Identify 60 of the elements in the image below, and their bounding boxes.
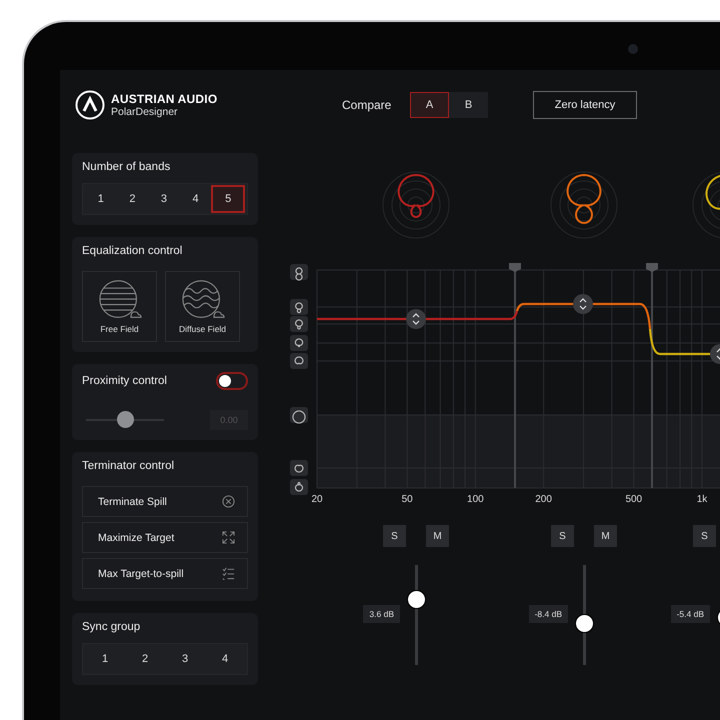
- sync-group-option[interactable]: 4: [205, 645, 245, 673]
- sync-group-option[interactable]: 1: [85, 645, 125, 673]
- polar-pattern-icon[interactable]: [290, 353, 308, 369]
- solo-button[interactable]: S: [383, 525, 406, 547]
- frequency-label: 100: [467, 494, 484, 505]
- fader-thumb[interactable]: [574, 614, 594, 634]
- panel-title: Equalization control: [82, 245, 184, 257]
- band-count-option[interactable]: 4: [180, 185, 212, 213]
- wavy-sphere-icon: [180, 279, 224, 321]
- polar-pattern-icon[interactable]: [290, 264, 308, 281]
- polar-pattern-icon[interactable]: [290, 335, 308, 351]
- panel-title: Number of bands: [82, 161, 172, 173]
- band-count-option[interactable]: 3: [148, 185, 180, 213]
- sync-group-option[interactable]: 2: [125, 645, 165, 673]
- product-name: PolarDesigner: [111, 106, 179, 118]
- panel-title: Terminator control: [82, 460, 176, 472]
- panel-title: Sync group: [82, 621, 142, 633]
- gain-handle[interactable]: [710, 344, 720, 364]
- crossover-handle[interactable]: [646, 263, 658, 488]
- frequency-label: 20: [311, 494, 323, 505]
- fader-thumb[interactable]: [406, 590, 426, 610]
- polar-pattern-icon[interactable]: [290, 299, 308, 315]
- gain-reading: -8.4 dB: [528, 605, 568, 623]
- terminator-button[interactable]: Terminate Spill: [82, 486, 248, 517]
- gain-handle[interactable]: [573, 294, 593, 314]
- polar-pattern-icon[interactable]: [290, 407, 308, 424]
- gain-handle[interactable]: [406, 309, 426, 329]
- frequency-label: 50: [402, 494, 413, 505]
- compare-tab[interactable]: A: [410, 92, 449, 118]
- band-count-option[interactable]: 5: [211, 185, 245, 213]
- equalization-option[interactable]: Free Field: [82, 271, 157, 342]
- striped-sphere-icon: [98, 279, 142, 321]
- crossover-handle[interactable]: [509, 263, 521, 488]
- camera-dot: [628, 44, 638, 54]
- band-count-option[interactable]: 1: [85, 185, 117, 213]
- polar-pattern-icon[interactable]: [290, 316, 308, 332]
- close-circle-icon: [222, 495, 235, 508]
- polar-pattern-icon[interactable]: [290, 479, 308, 495]
- terminator-button[interactable]: Maximize Target: [82, 522, 248, 553]
- frequency-label: 500: [625, 494, 642, 505]
- solo-button[interactable]: S: [551, 525, 574, 547]
- gain-reading: 3.6 dB: [363, 605, 400, 623]
- logo-icon: [75, 90, 105, 120]
- band-count-option[interactable]: 2: [116, 185, 148, 213]
- zero-latency-button[interactable]: Zero latency: [533, 91, 637, 119]
- expand-icon: [222, 531, 235, 544]
- polar-pattern-icon[interactable]: [290, 460, 308, 476]
- mute-button[interactable]: M: [594, 525, 617, 547]
- solo-button[interactable]: S: [693, 525, 716, 547]
- panel-title: Proximity control: [82, 375, 167, 387]
- mute-button[interactable]: M: [426, 525, 449, 547]
- compare-label: Compare: [342, 98, 392, 112]
- gain-reading: -5.4 dB: [670, 605, 710, 623]
- sync-group-option[interactable]: 3: [165, 645, 205, 673]
- checklist-icon: [222, 567, 235, 580]
- equalization-option[interactable]: Diffuse Field: [165, 271, 240, 342]
- frequency-label: 200: [535, 494, 552, 505]
- terminator-button[interactable]: Max Target-to-spill: [82, 558, 248, 589]
- brand-name: AUSTRIAN AUDIO: [111, 92, 218, 106]
- frequency-label: 1k: [696, 494, 708, 505]
